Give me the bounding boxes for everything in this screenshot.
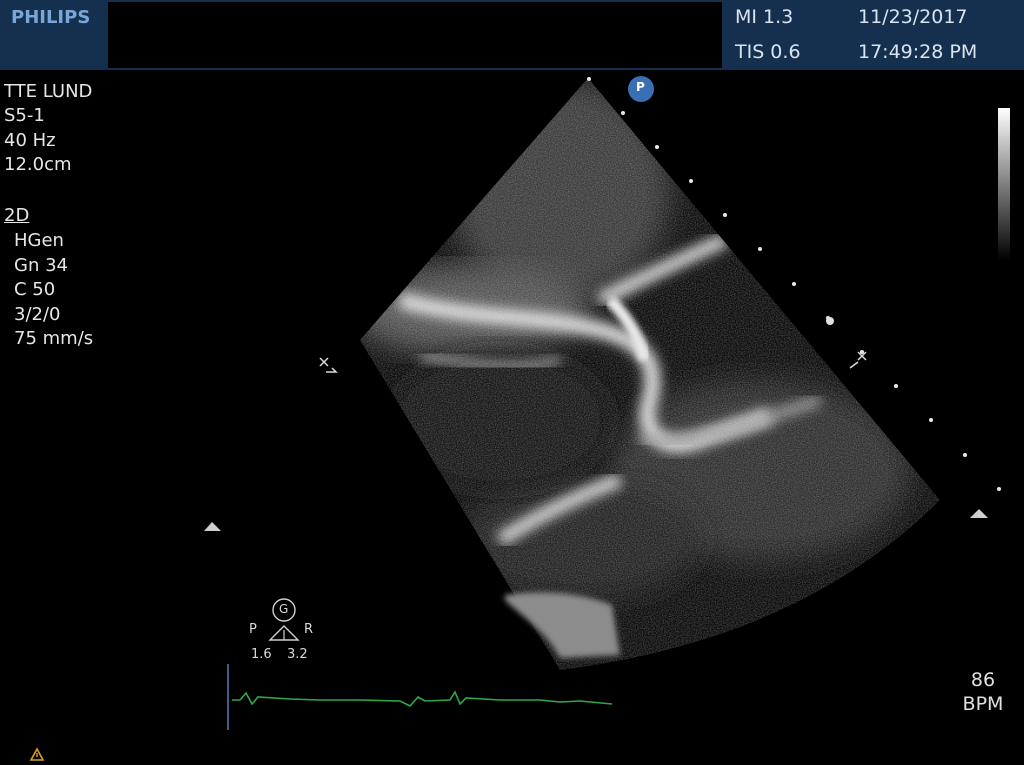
probe-left-value: 1.6 [251,647,272,662]
focus-dot-icon [826,317,834,325]
top-header-bar: PHILIPS MI 1.3 TIS 0.6 11/23/2017 17:49:… [0,0,1024,70]
focal-zone-left-icon [204,522,221,531]
grayscale-bar [998,108,1010,260]
harmonics-setting: HGen [14,230,64,251]
patient-info-box [108,2,722,68]
orientation-marker-label: P [636,80,645,94]
compression-setting: C 50 [14,279,56,300]
image-depth: 12.0cm [4,154,72,175]
warning-triangle-icon [29,747,45,761]
processing-setting: 3/2/0 [14,304,61,325]
exam-date: 11/23/2017 [858,6,968,28]
heart-rate-readout: 86 BPM [950,668,1016,716]
heart-rate-unit: BPM [962,693,1004,715]
exam-preset: TTE LUND [4,81,93,102]
focus-label: G [279,602,289,616]
frame-rate: 40 Hz [4,130,56,151]
mechanical-index: MI 1.3 [735,6,794,28]
cross-marker-right-icon [849,351,867,369]
heart-rate-value: 86 [970,669,996,691]
focal-zone-right-icon [970,509,988,518]
echo-artifact [505,592,620,658]
cross-marker-icon [319,357,338,373]
probe-right-value: 3.2 [287,647,308,662]
probe-right-label: R [304,622,314,637]
probe-left-label: P [249,622,257,637]
sweep-speed: 75 mm/s [14,328,94,349]
probe-name: S5-1 [4,105,45,126]
imaging-mode: 2D [4,205,30,226]
exam-time: 17:49:28 PM [858,41,978,63]
gain-setting: Gn 34 [14,255,68,276]
brand-logo: PHILIPS [11,7,91,28]
ecg-trace [232,690,613,707]
scan-sector [360,78,940,670]
ultrasound-image [29,76,1010,761]
thermal-index: TIS 0.6 [735,41,801,63]
